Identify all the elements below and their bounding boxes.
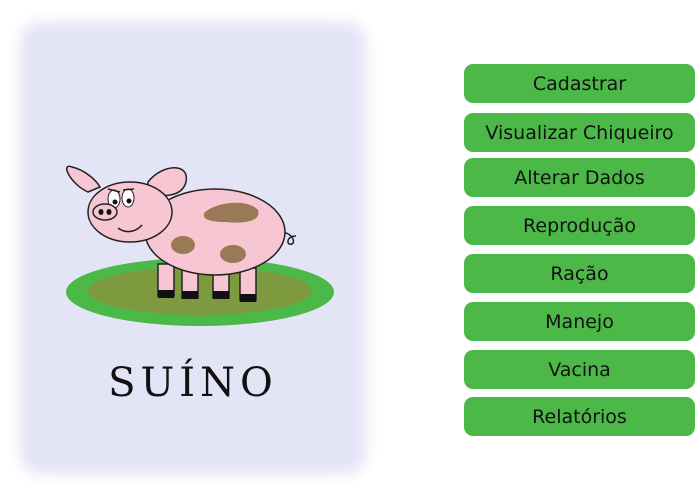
pig-eye-right bbox=[121, 188, 135, 208]
manejo-button[interactable]: Manejo bbox=[464, 302, 695, 341]
reproducao-button[interactable]: Reprodução bbox=[464, 206, 695, 245]
pig-snout bbox=[92, 203, 118, 221]
vacina-button[interactable]: Vacina bbox=[464, 350, 695, 389]
cadastrar-button[interactable]: Cadastrar bbox=[464, 64, 695, 103]
alterar-dados-button[interactable]: Alterar Dados bbox=[464, 158, 695, 197]
pig-ear-left bbox=[66, 165, 102, 193]
animal-title: SUÍNO bbox=[108, 360, 278, 406]
racao-button[interactable]: Ração bbox=[464, 254, 695, 293]
relatorios-button[interactable]: Relatórios bbox=[464, 397, 695, 436]
visualizar-chiqueiro-button[interactable]: Visualizar Chiqueiro bbox=[464, 113, 695, 152]
